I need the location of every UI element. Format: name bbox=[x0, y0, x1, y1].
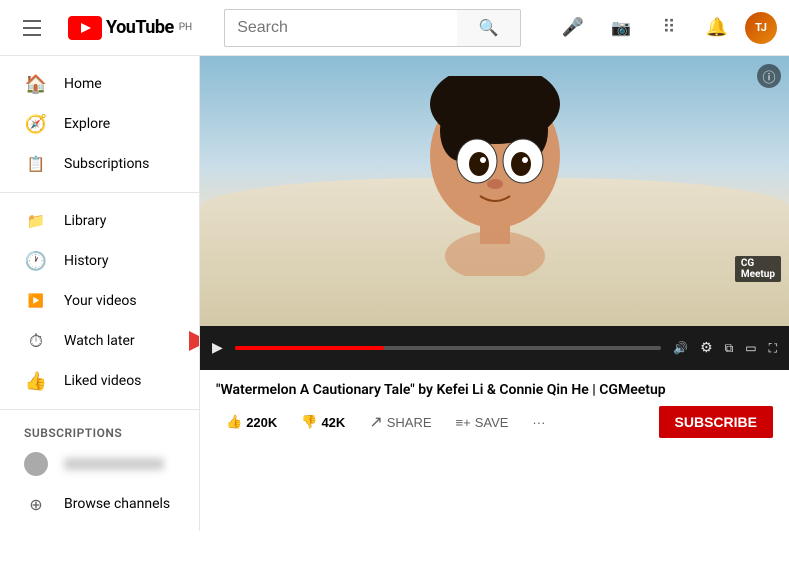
watch-later-icon: ⏱ bbox=[24, 331, 48, 352]
apps-button[interactable]: ⠿ bbox=[649, 8, 689, 48]
miniplayer-button[interactable]: ⧉ bbox=[725, 341, 734, 356]
sidebar-item-watch-later[interactable]: ⏱ Watch later bbox=[0, 321, 199, 361]
hamburger-icon bbox=[15, 12, 49, 44]
your-videos-icon: ▶️ bbox=[24, 294, 48, 309]
main-content: ⓘ CGMeetup ▶ 🔊 ⚙ ⧉ ▭ ⛶ " bbox=[200, 56, 789, 531]
video-controls: ▶ 🔊 ⚙ ⧉ ▭ ⛶ bbox=[200, 326, 789, 370]
sidebar-item-browse-channels[interactable]: ⊕ Browse channels bbox=[0, 484, 199, 524]
sidebar-label-library: Library bbox=[64, 213, 106, 229]
mic-button[interactable]: 🎤 bbox=[553, 8, 593, 48]
sidebar-label-subscriptions: Subscriptions bbox=[64, 156, 149, 172]
share-label: SHARE bbox=[387, 415, 432, 430]
library-icon: 📁 bbox=[24, 212, 48, 230]
notifications-button[interactable]: 🔔 bbox=[697, 8, 737, 48]
save-label: SAVE bbox=[475, 415, 509, 430]
volume-button[interactable]: 🔊 bbox=[673, 341, 688, 355]
video-player[interactable]: ⓘ CGMeetup bbox=[200, 56, 789, 326]
subscriptions-icon: 📋 bbox=[24, 155, 48, 173]
sub1-avatar bbox=[24, 452, 48, 476]
subscriptions-section-title: SUBSCRIPTIONS bbox=[0, 418, 199, 444]
header-center: 🔍 bbox=[224, 9, 521, 47]
cg-badge: CGMeetup bbox=[735, 256, 781, 282]
sidebar-label-your-videos: Your videos bbox=[64, 293, 137, 309]
youtube-logo-icon bbox=[68, 16, 102, 40]
like-button[interactable]: 👍 220K bbox=[216, 408, 287, 436]
hamburger-menu-button[interactable] bbox=[12, 8, 52, 48]
header: YouTube PH 🔍 🎤 📷 ⠿ 🔔 TJ bbox=[0, 0, 789, 56]
liked-videos-icon: 👍 bbox=[24, 371, 48, 392]
search-icon: 🔍 bbox=[479, 18, 499, 38]
more-actions-button[interactable]: ··· bbox=[522, 409, 555, 436]
layout: 🏠 Home 🧭 Explore 📋 Subscriptions 📁 Libra… bbox=[0, 56, 789, 531]
dislike-count: 42K bbox=[321, 415, 345, 430]
search-bar: 🔍 bbox=[224, 9, 521, 47]
play-pause-button[interactable]: ▶ bbox=[212, 340, 223, 356]
sidebar-divider-1 bbox=[0, 192, 199, 193]
search-input[interactable] bbox=[224, 9, 457, 47]
header-left: YouTube PH bbox=[12, 8, 192, 48]
save-button[interactable]: ≡+ SAVE bbox=[446, 409, 519, 436]
sidebar-label-explore: Explore bbox=[64, 116, 110, 132]
sidebar-label-home: Home bbox=[64, 76, 102, 92]
thumbs-up-icon: 👍 bbox=[226, 414, 242, 430]
camera-icon: 📷 bbox=[611, 18, 631, 38]
sidebar-item-your-videos[interactable]: ▶️ Your videos bbox=[0, 281, 199, 321]
youtube-logo-text: YouTube bbox=[106, 17, 174, 38]
youtube-logo[interactable]: YouTube PH bbox=[68, 16, 192, 40]
camera-button[interactable]: 📷 bbox=[601, 8, 641, 48]
cartoon-character bbox=[405, 76, 585, 276]
sidebar-item-subscriptions[interactable]: 📋 Subscriptions bbox=[0, 144, 199, 184]
header-right: 🎤 📷 ⠿ 🔔 TJ bbox=[553, 8, 777, 48]
sidebar-label-history: History bbox=[64, 253, 109, 269]
settings-button[interactable]: ⚙ bbox=[700, 340, 713, 356]
add-circle-icon: ⊕ bbox=[24, 495, 48, 514]
search-button[interactable]: 🔍 bbox=[457, 9, 521, 47]
video-title: "Watermelon A Cautionary Tale" by Kefei … bbox=[216, 382, 773, 398]
info-button[interactable]: ⓘ bbox=[757, 64, 781, 88]
sidebar-item-history[interactable]: 🕐 History bbox=[0, 241, 199, 281]
history-icon: 🕐 bbox=[24, 251, 48, 272]
subscribe-button[interactable]: SUBSCRIBE bbox=[659, 406, 773, 438]
fullscreen-button[interactable]: ⛶ bbox=[769, 341, 777, 356]
sidebar-item-home[interactable]: 🏠 Home bbox=[0, 64, 199, 104]
more-icon: ··· bbox=[532, 415, 545, 430]
progress-bar[interactable] bbox=[235, 346, 661, 350]
like-count: 220K bbox=[246, 415, 277, 430]
explore-icon: 🧭 bbox=[24, 114, 48, 135]
sidebar-item-library[interactable]: 📁 Library bbox=[0, 201, 199, 241]
sidebar-item-sub1[interactable] bbox=[0, 444, 199, 484]
youtube-country-label: PH bbox=[179, 22, 192, 33]
bell-icon: 🔔 bbox=[706, 17, 728, 38]
sidebar-item-explore[interactable]: 🧭 Explore bbox=[0, 104, 199, 144]
sidebar-divider-2 bbox=[0, 409, 199, 410]
theater-mode-button[interactable]: ▭ bbox=[745, 341, 756, 355]
info-icon: ⓘ bbox=[762, 67, 775, 86]
thumbs-down-icon: 👎 bbox=[301, 414, 317, 430]
mic-icon: 🎤 bbox=[562, 17, 584, 38]
cg-badge-text: CGMeetup bbox=[741, 258, 775, 280]
video-container: ⓘ CGMeetup ▶ 🔊 ⚙ ⧉ ▭ ⛶ bbox=[200, 56, 789, 370]
share-button[interactable]: ↗ SHARE bbox=[359, 406, 441, 438]
sidebar-label-liked-videos: Liked videos bbox=[64, 373, 141, 389]
dislike-button[interactable]: 👎 42K bbox=[291, 408, 355, 436]
progress-fill bbox=[235, 346, 384, 350]
home-icon: 🏠 bbox=[24, 74, 48, 95]
sidebar: 🏠 Home 🧭 Explore 📋 Subscriptions 📁 Libra… bbox=[0, 56, 200, 531]
share-icon: ↗ bbox=[369, 412, 382, 432]
sidebar-label-browse-channels: Browse channels bbox=[64, 496, 170, 512]
save-icon: ≡+ bbox=[456, 415, 471, 430]
sidebar-label-watch-later: Watch later bbox=[64, 333, 135, 349]
watch-later-row-wrapper: ⏱ Watch later bbox=[0, 321, 199, 361]
avatar[interactable]: TJ bbox=[745, 12, 777, 44]
sidebar-item-liked-videos[interactable]: 👍 Liked videos bbox=[0, 361, 199, 401]
apps-icon: ⠿ bbox=[662, 17, 675, 38]
sub1-name bbox=[64, 458, 164, 470]
video-actions: 👍 220K 👎 42K ↗ SHARE ≡+ SAVE ··· bbox=[216, 406, 773, 438]
video-info: "Watermelon A Cautionary Tale" by Kefei … bbox=[200, 370, 789, 450]
